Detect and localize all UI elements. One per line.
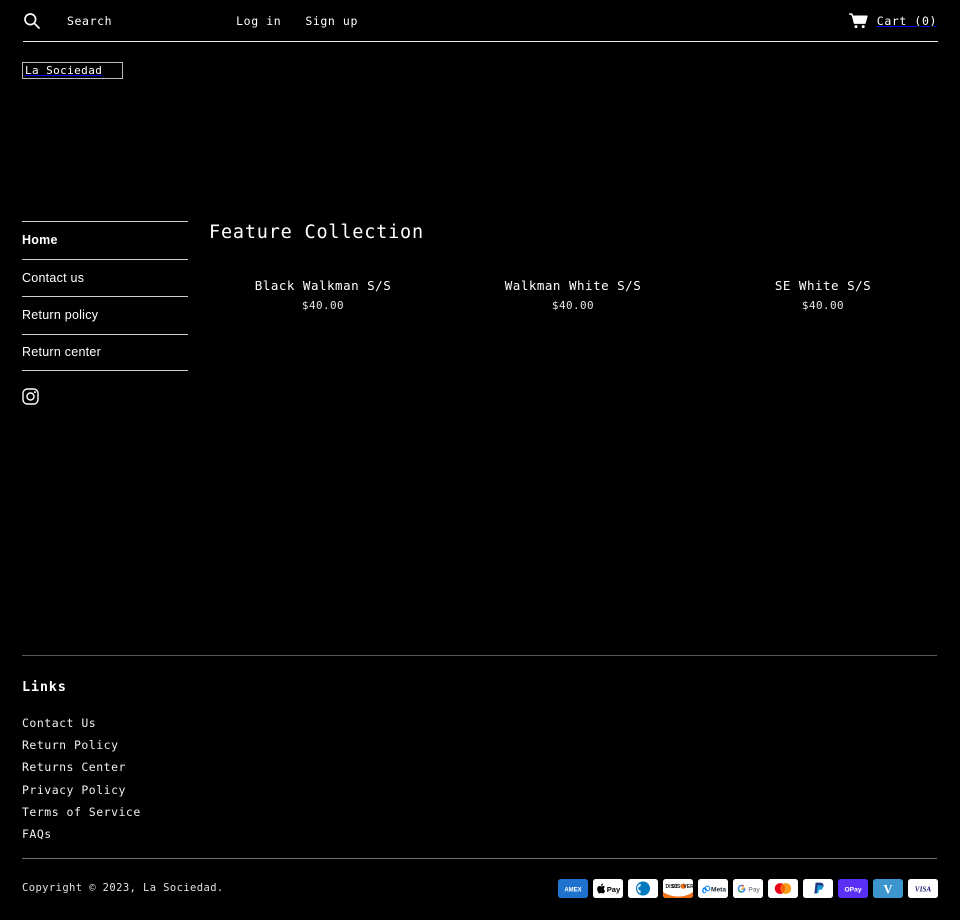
instagram-icon[interactable] <box>22 388 39 405</box>
social-links <box>22 388 188 405</box>
paypal-icon <box>803 879 833 898</box>
footer-link-privacy-policy[interactable]: Privacy Policy <box>22 783 126 797</box>
sidebar-link-return-center[interactable]: Return center <box>22 345 101 359</box>
svg-text:Pay: Pay <box>607 885 621 894</box>
footer-link-contact-us[interactable]: Contact Us <box>22 716 96 730</box>
discover-icon: DISC DISC VER <box>663 879 693 898</box>
product-grid: Black Walkman S/S $40.00 Walkman White S… <box>209 263 938 312</box>
sidebar-link-home[interactable]: Home <box>22 233 58 247</box>
product-title[interactable]: Walkman White S/S <box>459 278 687 293</box>
footer-link-return-policy[interactable]: Return Policy <box>22 738 119 752</box>
sidebar-item-contact-us[interactable]: Contact us <box>22 258 188 297</box>
product-card[interactable]: SE White S/S $40.00 <box>709 263 937 312</box>
footer-link-terms-of-service[interactable]: Terms of Service <box>22 805 141 819</box>
footer-heading: Links <box>22 679 67 695</box>
cart-label: Cart (0) <box>876 14 937 28</box>
search-control[interactable]: Search <box>23 12 112 30</box>
site-logo[interactable]: La Sociedad <box>22 62 123 79</box>
apple-pay-icon: Pay <box>593 879 623 898</box>
mastercard-icon <box>768 879 798 898</box>
sidebar-link-return-policy[interactable]: Return policy <box>22 308 98 322</box>
sidebar-item-home[interactable]: Home <box>22 221 188 259</box>
list-item[interactable]: Contact Us <box>22 712 141 731</box>
svg-text:Meta: Meta <box>711 886 726 893</box>
meta-pay-icon: Meta <box>698 879 728 898</box>
footer-link-faqs[interactable]: FAQs <box>22 827 52 841</box>
shopping-cart-icon <box>848 13 868 29</box>
signup-link[interactable]: Sign up <box>305 14 358 28</box>
shop-pay-icon: OPay <box>838 879 868 898</box>
list-item[interactable]: Return Policy <box>22 734 141 753</box>
list-item[interactable]: Privacy Policy <box>22 779 141 798</box>
page-title: Feature Collection <box>209 222 424 243</box>
product-price: $40.00 <box>301 299 345 312</box>
auth-links: Log in Sign up <box>236 14 358 28</box>
footer-divider-top <box>22 655 937 656</box>
copyright-text: Copyright © 2023, La Sociedad. <box>22 882 224 894</box>
sidebar-item-return-center[interactable]: Return center <box>22 333 188 371</box>
footer-link-list: Contact Us Return Policy Returns Center … <box>22 712 141 842</box>
svg-text:Pay: Pay <box>748 886 760 893</box>
footer-divider-bottom <box>22 858 937 859</box>
svg-text:VISA: VISA <box>915 886 932 894</box>
footer-links-section: Links Contact Us Return Policy Returns C… <box>22 679 141 845</box>
list-item[interactable]: FAQs <box>22 823 141 842</box>
product-card[interactable]: Black Walkman S/S $40.00 <box>209 263 437 312</box>
header-divider <box>23 41 938 42</box>
cart-link[interactable]: Cart (0) <box>848 13 937 29</box>
sidebar-link-contact-us[interactable]: Contact us <box>22 271 84 285</box>
product-title[interactable]: SE White S/S <box>709 278 937 293</box>
site-header: Search Log in Sign up Cart (0) <box>0 0 960 42</box>
search-icon[interactable] <box>23 12 41 30</box>
google-pay-icon: Pay <box>733 879 763 898</box>
svg-text:AMEX: AMEX <box>564 887 581 893</box>
svg-text:OPay: OPay <box>844 886 861 893</box>
product-card[interactable]: Walkman White S/S $40.00 <box>459 263 687 312</box>
list-item[interactable]: Terms of Service <box>22 801 141 820</box>
visa-icon: VISA <box>908 879 938 898</box>
payment-methods: AMEX Pay DISC DISC VER Meta Pay OPay V V… <box>558 879 938 898</box>
venmo-icon: V <box>873 879 903 898</box>
footer-link-returns-center[interactable]: Returns Center <box>22 760 126 774</box>
login-link[interactable]: Log in <box>236 14 281 28</box>
product-price: $40.00 <box>551 299 595 312</box>
product-title[interactable]: Black Walkman S/S <box>209 278 437 293</box>
sidebar-item-return-policy[interactable]: Return policy <box>22 296 188 334</box>
sidebar-nav: Home Contact us Return policy Return cen… <box>22 221 188 405</box>
svg-text:VER: VER <box>683 884 693 890</box>
diners-club-icon <box>628 879 658 898</box>
svg-text:V: V <box>883 882 892 896</box>
logo-text: La Sociedad <box>25 64 103 77</box>
list-item[interactable]: Returns Center <box>22 756 141 775</box>
product-price: $40.00 <box>801 299 845 312</box>
svg-text:DISC: DISC <box>666 884 678 890</box>
search-label[interactable]: Search <box>67 14 112 28</box>
american-express-icon: AMEX <box>558 879 588 898</box>
sidebar-nav-list: Home Contact us Return policy Return cen… <box>22 221 188 371</box>
